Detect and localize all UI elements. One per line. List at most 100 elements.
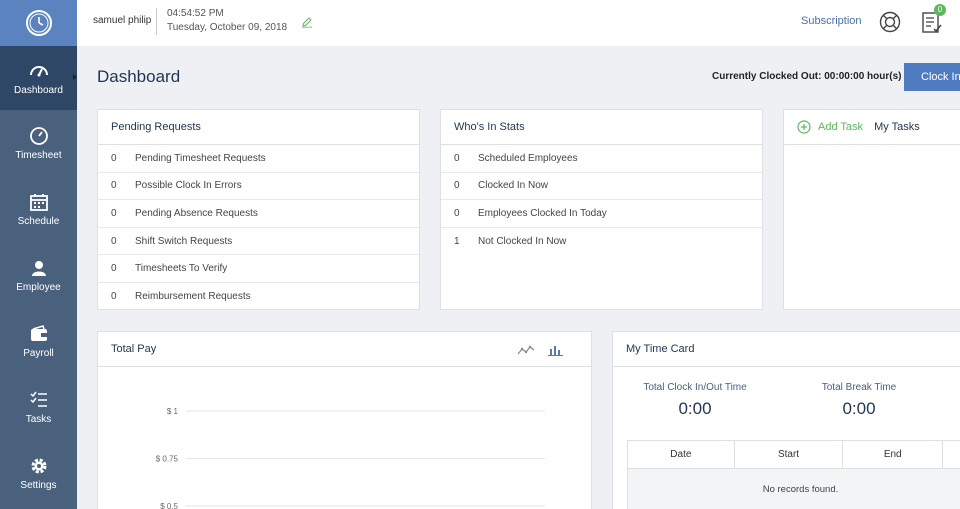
item-count: 0 (111, 235, 117, 247)
pending-requests-card: Pending Requests 0 Pending Timesheet Requ… (97, 109, 420, 310)
checklist-icon (29, 391, 47, 407)
lifebuoy-icon[interactable] (879, 11, 901, 33)
clock-status: Currently Clocked Out: 00:00:00 hour(s) (712, 71, 902, 82)
item-count: 0 (111, 152, 117, 164)
item-label: Scheduled Employees (478, 152, 578, 164)
logo[interactable] (0, 0, 77, 46)
sidebar-item-employee[interactable]: Employee (0, 242, 77, 308)
wallet-icon (30, 324, 47, 341)
chart-type-toggle (517, 344, 565, 356)
sidebar-item-payroll[interactable]: Payroll (0, 308, 77, 374)
time-card-totals: Total Clock In/Out Time 0:00 Total Break… (613, 368, 960, 440)
my-tasks-tab[interactable]: My Tasks (874, 121, 920, 133)
sidebar-item-label: Settings (20, 479, 57, 491)
column-header-start[interactable]: Start (735, 441, 844, 468)
total-clock-block: Total Clock In/Out Time 0:00 (615, 382, 775, 419)
item-label: Employees Clocked In Today (478, 207, 607, 219)
notification-badge: 0 (934, 4, 946, 16)
item-count: 0 (454, 207, 460, 219)
item-label: Clocked In Now (478, 180, 549, 192)
calendar-icon (29, 193, 48, 211)
sidebar-item-dashboard[interactable]: Dashboard (0, 46, 77, 110)
table-header: Date Start End (628, 441, 960, 469)
column-header-date[interactable]: Date (628, 441, 735, 468)
whos-in-card: Who's In Stats 0 Scheduled Employees 0 Cloc… (440, 109, 763, 310)
sidebar-item-label: Employee (16, 281, 61, 293)
subscription-link[interactable]: Subscription (801, 15, 862, 27)
sidebar-item-schedule[interactable]: Schedule (0, 176, 77, 242)
item-count: 0 (454, 180, 460, 192)
sidebar-item-label: Schedule (17, 215, 60, 227)
time-card: My Time Card Total Clock In/Out Time 0:0… (612, 331, 960, 509)
item-count: 1 (454, 236, 460, 248)
speedometer-icon (29, 65, 48, 76)
total-clock-value: 0:00 (678, 399, 712, 418)
item-count: 0 (111, 291, 117, 303)
item-label: Not Clocked In Now (478, 236, 567, 248)
current-time: 04:54:52 PM (167, 8, 224, 19)
top-bar: samuel philip 04:54:52 PM Tuesday, Octob… (77, 0, 960, 46)
list-item[interactable]: 0 Possible Clock In Errors (98, 173, 419, 201)
list-item[interactable]: 0 Timesheets To Verify (98, 255, 419, 283)
total-break-value: 0:00 (842, 399, 876, 418)
list-item[interactable]: 0 Pending Timesheet Requests (98, 145, 419, 173)
edit-icon[interactable] (301, 16, 313, 28)
column-header-extra (943, 441, 960, 468)
item-label: Reimbursement Requests (135, 291, 251, 303)
item-label: Pending Absence Requests (135, 207, 258, 219)
item-label: Pending Timesheet Requests (135, 152, 266, 164)
header-divider (156, 8, 157, 35)
clock-logo-icon (25, 10, 52, 36)
list-item[interactable]: 0 Employees Clocked In Today (441, 200, 762, 228)
add-task-label: Add Task (818, 121, 864, 133)
current-date: Tuesday, October 09, 2018 (167, 22, 288, 33)
total-break-block: Total Break Time 0:00 (779, 382, 939, 419)
card-title: My Time Card (613, 332, 960, 367)
list-item[interactable]: 0 Shift Switch Requests (98, 228, 419, 256)
item-count: 0 (454, 152, 460, 164)
pending-requests-list: 0 Pending Timesheet Requests 0 Possible Clo… (98, 145, 419, 311)
page-title: Dashboard (97, 67, 181, 86)
card-title: Pending Requests (98, 110, 419, 145)
total-pay-card: Total Pay $ 1 $ 0.75 $ 0.5 (97, 331, 592, 509)
sidebar-item-label: Tasks (25, 413, 52, 425)
sidebar-item-settings[interactable]: Settings (0, 440, 77, 506)
item-count: 0 (111, 180, 117, 192)
column-header-end[interactable]: End (843, 441, 944, 468)
line-chart-icon[interactable] (517, 344, 535, 356)
card-title: Who's In Stats (441, 110, 762, 145)
list-item[interactable]: 0 Pending Absence Requests (98, 200, 419, 228)
sidebar-item-tasks[interactable]: Tasks (0, 374, 77, 440)
time-card-table: Date Start End No records found. (627, 440, 960, 509)
sidebar-item-label: Payroll (23, 347, 54, 359)
item-label: Shift Switch Requests (135, 235, 233, 247)
y-tick-label: $ 0.5 (160, 502, 178, 509)
item-label: Possible Clock In Errors (135, 180, 242, 192)
sidebar-item-label: Dashboard (14, 84, 63, 96)
whos-in-list: 0 Scheduled Employees 0 Clocked In Now 0 Empl… (441, 145, 762, 255)
tasks-card: Add Task My Tasks (783, 109, 960, 310)
y-tick-label: $ 0.75 (156, 455, 179, 464)
sidebar: Dashboard Timesheet Schedule Employee Pa… (0, 0, 77, 509)
plus-circle-icon (797, 120, 811, 134)
sidebar-item-label: Timesheet (15, 149, 62, 161)
list-item[interactable]: 1 Not Clocked In Now (441, 228, 762, 256)
list-item[interactable]: 0 Clocked In Now (441, 173, 762, 201)
user-name: samuel philip (93, 15, 152, 26)
item-count: 0 (111, 207, 117, 219)
total-clock-label: Total Clock In/Out Time (643, 382, 747, 393)
total-break-label: Total Break Time (821, 382, 897, 393)
add-task-button[interactable]: Add Task (797, 120, 863, 134)
total-pay-chart: $ 1 $ 0.75 $ 0.5 (156, 407, 545, 509)
gear-icon (31, 458, 46, 473)
sidebar-item-timesheet[interactable]: Timesheet (0, 110, 77, 176)
clock-in-button[interactable]: Clock In (904, 63, 960, 91)
y-tick-label: $ 1 (167, 407, 179, 416)
list-item[interactable]: 0 Reimbursement Requests (98, 283, 419, 311)
person-icon (31, 260, 46, 276)
tasks-card-header: Add Task My Tasks (784, 110, 960, 145)
list-item[interactable]: 0 Scheduled Employees (441, 145, 762, 173)
bar-chart-icon[interactable] (547, 344, 565, 356)
empty-state: No records found. (628, 469, 960, 509)
item-count: 0 (111, 263, 117, 275)
